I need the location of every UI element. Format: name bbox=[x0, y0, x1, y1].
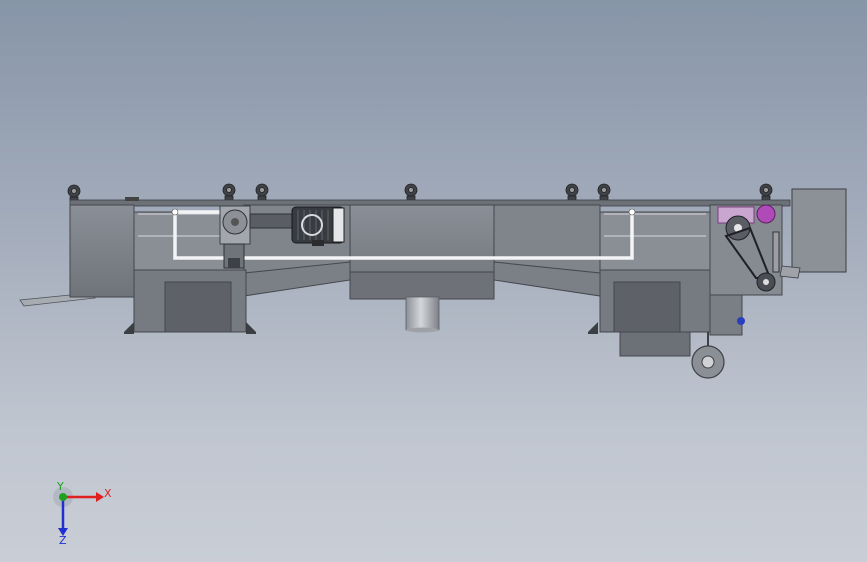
graphics-viewport[interactable]: X Y Z bbox=[0, 0, 867, 562]
top-casters bbox=[67, 183, 773, 202]
axis-triad: X Y Z bbox=[53, 482, 112, 546]
main-frame bbox=[69, 204, 783, 357]
center-outlet-cylinder bbox=[405, 296, 440, 331]
cad-model-drawing[interactable] bbox=[0, 0, 867, 562]
y-axis-label: Y bbox=[56, 482, 64, 493]
caster-wheel bbox=[67, 184, 81, 202]
transport-wheel bbox=[691, 332, 725, 379]
y-axis-dot bbox=[59, 493, 67, 501]
x-axis-arrow bbox=[96, 492, 104, 502]
caster-wheel bbox=[222, 183, 236, 201]
caster-wheel bbox=[759, 183, 773, 201]
caster-wheel bbox=[404, 183, 418, 201]
z-axis-label: Z bbox=[59, 534, 67, 546]
caster-wheel bbox=[565, 183, 579, 201]
x-axis-label: X bbox=[104, 487, 112, 500]
caster-wheel bbox=[255, 183, 269, 201]
drive-motor[interactable] bbox=[291, 206, 345, 246]
caster-wheel bbox=[597, 183, 611, 201]
